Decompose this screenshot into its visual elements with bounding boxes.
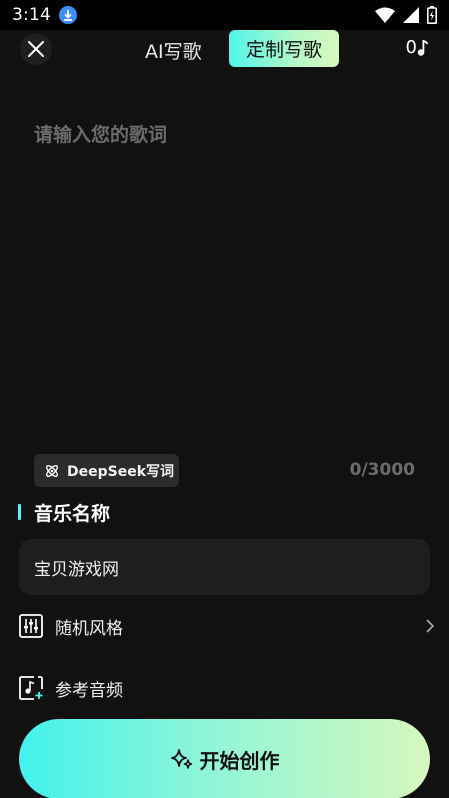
music-name-input[interactable] [19, 539, 430, 595]
deepseek-label: DeepSeek写词 [67, 463, 175, 480]
tab-ai-write[interactable]: AI写歌 [145, 37, 202, 64]
music-name-section: 音乐名称 [18, 500, 111, 525]
mixer-sliders-icon [19, 614, 43, 638]
lyrics-input[interactable] [34, 120, 414, 420]
reference-audio-row[interactable]: 参考音频 [19, 673, 435, 703]
notes-count: 0 [405, 37, 417, 58]
reference-audio-label: 参考音频 [55, 680, 123, 701]
deepseek-lyrics-button[interactable]: DeepSeek写词 [34, 454, 179, 487]
status-time: 3:14 [12, 5, 51, 25]
close-icon [28, 41, 44, 57]
status-icons [375, 6, 437, 24]
start-create-label: 开始创作 [199, 748, 280, 773]
header: AI写歌 定制写歌 0 [0, 30, 449, 68]
accent-bar [18, 504, 21, 520]
chevron-right-icon [426, 619, 435, 633]
start-create-button[interactable]: 开始创作 [19, 719, 430, 798]
status-bar: 3:14 [0, 0, 449, 30]
random-style-label: 随机风格 [55, 618, 123, 639]
atom-icon [46, 464, 58, 477]
wifi-icon [375, 7, 395, 23]
music-note-icon [417, 39, 429, 56]
notes-balance[interactable]: 0 [406, 37, 429, 58]
add-music-icon [19, 676, 43, 700]
random-style-row[interactable]: 随机风格 [19, 611, 435, 641]
download-icon [58, 6, 77, 24]
tab-custom-write[interactable]: 定制写歌 [229, 30, 339, 67]
signal-icon [403, 7, 419, 23]
close-button[interactable] [20, 33, 52, 65]
music-name-title: 音乐名称 [34, 502, 111, 525]
sparkle-icon [170, 749, 192, 769]
battery-charging-icon [427, 6, 437, 24]
lyrics-counter: 0/3000 [349, 460, 415, 480]
